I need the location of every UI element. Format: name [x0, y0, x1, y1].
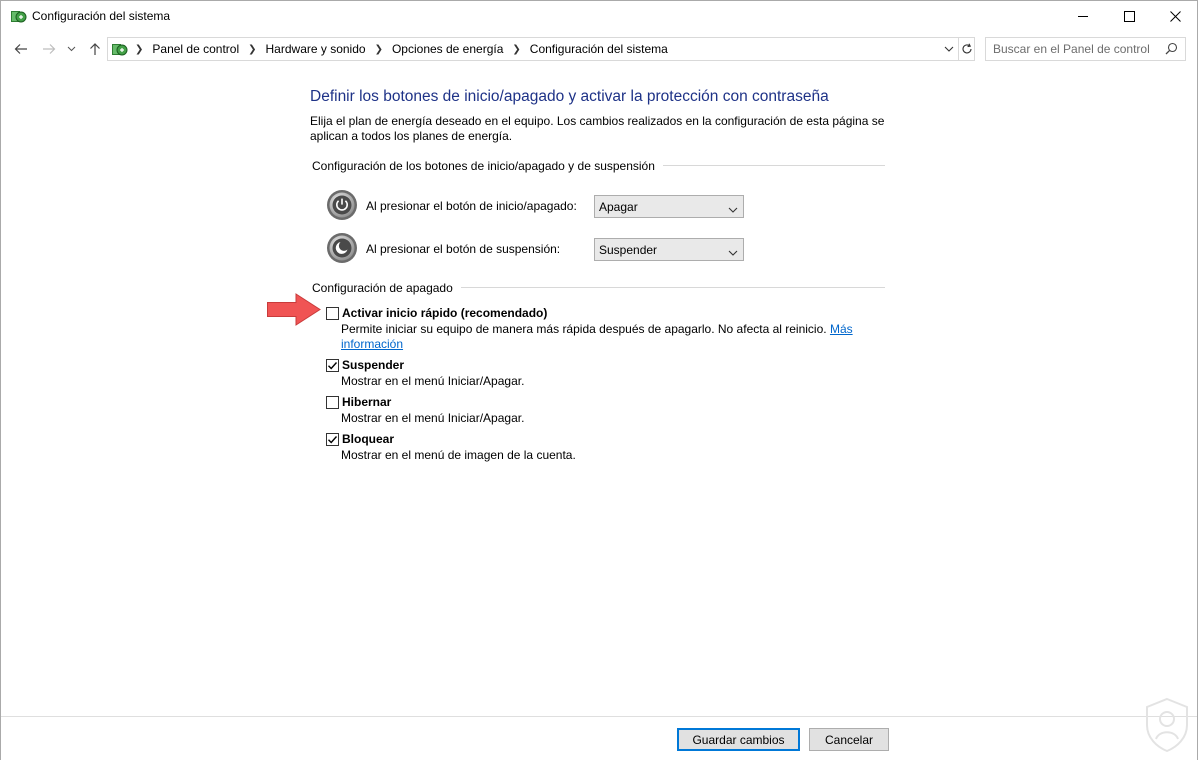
sleep-button-label: Al presionar el botón de suspensión: — [366, 242, 561, 256]
suspend-label[interactable]: Suspender — [342, 358, 404, 372]
breadcrumb-item[interactable]: Opciones de energía — [389, 42, 506, 56]
page-title: Definir los botones de inicio/apagado y … — [310, 88, 829, 105]
lock-checkbox[interactable] — [326, 433, 339, 446]
checkmark-icon — [328, 362, 338, 370]
chevron-right-icon[interactable]: ❯ — [133, 44, 149, 55]
power-button-action-select[interactable]: Apagar — [594, 195, 744, 218]
chevron-right-icon[interactable]: ❯ — [369, 44, 389, 55]
chevron-right-icon[interactable]: ❯ — [242, 44, 262, 55]
search-icon[interactable] — [1165, 42, 1178, 58]
forward-button[interactable] — [39, 40, 59, 58]
breadcrumb-item[interactable]: Hardware y sonido — [263, 42, 369, 56]
breadcrumb-item[interactable]: Panel de control — [149, 42, 242, 56]
breadcrumb-item[interactable]: Configuración del sistema — [527, 42, 671, 56]
close-button[interactable] — [1152, 1, 1198, 32]
window-title: Configuración del sistema — [32, 9, 171, 23]
maximize-button[interactable] — [1106, 1, 1152, 32]
cancel-button[interactable]: Cancelar — [809, 728, 889, 751]
control-panel-window: Configuración del sistema ❯ Panel de con… — [0, 0, 1198, 760]
sleep-button-icon — [326, 232, 358, 264]
main-content: Definir los botones de inicio/apagado y … — [1, 66, 1197, 711]
refresh-button[interactable] — [958, 38, 975, 60]
page-description: Elija el plan de energía deseado en el e… — [310, 114, 885, 143]
chevron-down-icon — [728, 245, 738, 259]
hibernate-description: Mostrar en el menú Iniciar/Apagar. — [341, 411, 525, 425]
suspend-checkbox[interactable] — [326, 359, 339, 372]
suspend-description: Mostrar en el menú Iniciar/Apagar. — [341, 374, 525, 388]
lock-label[interactable]: Bloquear — [342, 432, 394, 446]
control-panel-icon — [111, 41, 128, 58]
watermark-logo-icon — [1144, 697, 1190, 753]
fast-startup-checkbox[interactable] — [326, 307, 339, 320]
search-input[interactable]: Buscar en el Panel de control — [993, 42, 1150, 56]
search-box[interactable]: Buscar en el Panel de control — [985, 37, 1186, 61]
hibernate-checkbox[interactable] — [326, 396, 339, 409]
minimize-button[interactable] — [1060, 1, 1106, 32]
red-arrow-annotation-icon — [266, 292, 322, 330]
recent-locations-button[interactable] — [64, 40, 78, 58]
power-options-icon — [10, 8, 27, 25]
fast-startup-label[interactable]: Activar inicio rápido (recomendado) — [342, 306, 547, 320]
power-button-label: Al presionar el botón de inicio/apagado: — [366, 199, 577, 213]
sleep-button-action-value: Suspender — [599, 243, 658, 257]
chevron-down-icon — [728, 202, 738, 216]
address-bar[interactable]: ❯ Panel de control ❯ Hardware y sonido ❯… — [107, 37, 975, 61]
checkmark-icon — [328, 436, 338, 444]
up-button[interactable] — [85, 40, 105, 58]
sleep-button-action-select[interactable]: Suspender — [594, 238, 744, 261]
section-title-shutdown: Configuración de apagado — [312, 281, 461, 295]
hibernate-label[interactable]: Hibernar — [342, 395, 391, 409]
navigation-bar: ❯ Panel de control ❯ Hardware y sonido ❯… — [1, 32, 1197, 66]
section-title-power-buttons: Configuración de los botones de inicio/a… — [312, 159, 663, 173]
address-dropdown-button[interactable] — [941, 41, 957, 57]
fast-startup-description-text: Permite iniciar su equipo de manera más … — [341, 322, 830, 336]
power-button-action-value: Apagar — [599, 200, 638, 214]
save-changes-button[interactable]: Guardar cambios — [677, 728, 800, 751]
power-button-icon — [326, 189, 358, 221]
back-button[interactable] — [11, 40, 31, 58]
fast-startup-description: Permite iniciar su equipo de manera más … — [341, 322, 861, 352]
footer-bar: Guardar cambios Cancelar — [1, 716, 1197, 760]
chevron-right-icon[interactable]: ❯ — [506, 44, 526, 55]
breadcrumb: ❯ Panel de control ❯ Hardware y sonido ❯… — [133, 38, 671, 60]
title-bar: Configuración del sistema — [1, 1, 1197, 32]
lock-description: Mostrar en el menú de imagen de la cuent… — [341, 448, 576, 462]
